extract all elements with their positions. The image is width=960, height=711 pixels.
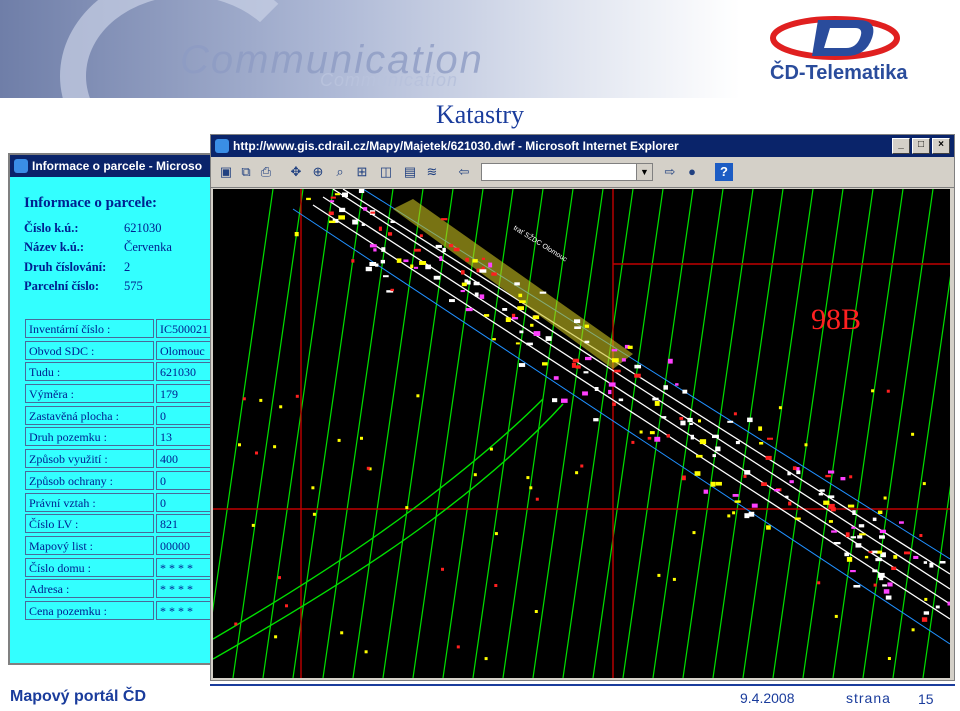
parcel-field-value: Červenka [124, 240, 172, 254]
table-cell-label: Cena pozemku : [25, 600, 154, 620]
table-row: Obvod SDC : Olomouc [25, 340, 210, 362]
table-cell-label: Tudu : [25, 362, 154, 382]
footer-page-label: strana [846, 690, 891, 706]
footer-page-number: 15 [918, 691, 934, 707]
named-view-select[interactable]: ▼ [481, 163, 653, 181]
table-cell-label: Způsob ochrany : [25, 470, 154, 490]
table-cell-label: Zastavěná plocha : [25, 405, 154, 425]
parcel-field-value: 575 [124, 279, 143, 293]
table-cell-label: Adresa : [25, 579, 154, 599]
parcel-field-label: Parcelní číslo: [24, 279, 100, 293]
info-window-titlebar[interactable]: Informace o parcele - Microso [10, 155, 210, 177]
parcel-field-label: Číslo k.ú.: [24, 221, 79, 235]
banner-text-small: Communication [320, 70, 459, 90]
table-row: Číslo LV :821 [25, 513, 210, 535]
slide-title: Katastry [435, 100, 525, 129]
table-cell-value: 0 [156, 405, 210, 425]
parcel-field-label: Druh číslování: [24, 260, 107, 274]
table-cell-value: * * * * [156, 600, 210, 620]
table-cell-value: 00000 [156, 535, 210, 555]
help-icon[interactable]: ? [715, 163, 733, 181]
table-cell-label: Způsob využití : [25, 449, 154, 469]
table-cell-label: Obvod SDC : [25, 340, 154, 360]
table-row: Cena pozemku : * * * * [25, 600, 210, 622]
ie-window-icon [14, 159, 28, 173]
logo-mark-icon [770, 16, 900, 60]
zoom-in-icon[interactable]: ⊞ [353, 163, 371, 181]
stop-icon[interactable]: ● [683, 163, 701, 181]
dwf-toolbar: ▣ ⧉ ⎙ ✥ ⊕ ⌕ ⊞ ◫ ▤ ≋ ⇦ ▼ ⇨ ● ? [211, 157, 954, 188]
info-window-title: Informace o parcele - Microso [32, 159, 203, 173]
layers-icon[interactable]: ≋ [423, 163, 441, 181]
copy-icon[interactable]: ⧉ [237, 163, 255, 181]
pan-icon[interactable]: ✥ [287, 163, 305, 181]
cadastral-map[interactable]: 98B trať SŽDC Olomouc [213, 189, 950, 678]
window-controls: _ □ × [892, 138, 950, 154]
map-rail-label: trať SŽDC Olomouc [512, 223, 570, 264]
save-icon[interactable]: ▤ [401, 163, 419, 181]
table-cell-value: 821 [156, 514, 210, 534]
parcel-field-label: Název k.ú.: [24, 240, 85, 254]
table-cell-label: Číslo LV : [25, 514, 154, 534]
browser-title: http://www.gis.cdrail.cz/Mapy/Majetek/62… [233, 139, 679, 153]
table-cell-value: IC500021 [156, 319, 210, 338]
maximize-button[interactable]: □ [912, 138, 930, 154]
header-banner: Communication Communication [0, 0, 740, 98]
map-canvas[interactable]: 98B trať SŽDC Olomouc [213, 189, 950, 678]
table-cell-value: 179 [156, 384, 210, 404]
table-cell-label: Výměra : [25, 384, 154, 404]
forward-arrow-icon[interactable]: ⇨ [661, 163, 679, 181]
table-row: Zastavěná plocha :0 [25, 405, 210, 427]
minimize-button[interactable]: _ [892, 138, 910, 154]
table-cell-value: 13 [156, 427, 210, 447]
chevron-down-icon[interactable]: ▼ [636, 164, 652, 180]
browser-window: http://www.gis.cdrail.cz/Mapy/Majetek/62… [210, 134, 955, 681]
table-cell-label: Právní vztah : [25, 492, 154, 512]
footer-date: 9.4.2008 [740, 690, 795, 706]
table-row: Druh pozemku :13 [25, 426, 210, 448]
print-icon[interactable]: ⎙ [257, 163, 275, 181]
footer-rule [210, 684, 955, 686]
table-row: Právní vztah :0 [25, 492, 210, 514]
parcel-attributes-table: Inventární číslo : IC500021 Obvod SDC : Ol… [25, 318, 210, 622]
table-row: Výměra :179 [25, 383, 210, 405]
table-row: Inventární číslo : IC500021 [25, 318, 210, 340]
fit-icon[interactable]: ◫ [377, 163, 395, 181]
table-cell-value: 400 [156, 449, 210, 469]
table-row: Tudu :621030 [25, 361, 210, 383]
parcel-info-heading: Informace o parcele: [24, 195, 158, 211]
view-icon[interactable]: ▣ [217, 163, 235, 181]
table-row: Číslo domu : * * * * [25, 557, 210, 579]
parcel-field-value: 2 [124, 260, 131, 274]
table-cell-value: 0 [156, 470, 210, 490]
table-cell-label: Mapový list : [25, 535, 154, 555]
table-cell-value: 0 [156, 492, 210, 512]
back-arrow-icon[interactable]: ⇦ [455, 163, 473, 181]
table-cell-label: Druh pozemku : [25, 427, 154, 447]
table-row: Mapový list :00000 [25, 535, 210, 557]
table-row: Adresa : * * * * [25, 578, 210, 600]
table-cell-value: Olomouc [156, 340, 210, 360]
parcel-info-window: Informace o parcele - Microso Informace … [8, 153, 212, 665]
zoom-window-icon[interactable]: ⊕ [309, 163, 327, 181]
map-sheet-label: 98B [811, 303, 861, 336]
cd-telematika-logo: ČD-Telematika [760, 10, 940, 90]
zoom-icon[interactable]: ⌕ [331, 163, 349, 181]
table-cell-value: 621030 [156, 362, 210, 382]
close-button[interactable]: × [932, 138, 950, 154]
parcel-field-value: 621030 [124, 221, 162, 235]
table-cell-label: Inventární číslo : [25, 319, 154, 338]
browser-titlebar[interactable]: http://www.gis.cdrail.cz/Mapy/Majetek/62… [211, 135, 954, 157]
ie-window-icon [215, 139, 229, 153]
table-cell-value: * * * * [156, 557, 210, 577]
table-row: Způsob ochrany :0 [25, 470, 210, 492]
table-cell-value: * * * * [156, 579, 210, 599]
table-row: Způsob využití :400 [25, 448, 210, 470]
logo-brand-text: ČD-Telematika [770, 62, 908, 84]
table-cell-label: Číslo domu : [25, 557, 154, 577]
footer-title: Mapový portál ČD [10, 688, 147, 705]
